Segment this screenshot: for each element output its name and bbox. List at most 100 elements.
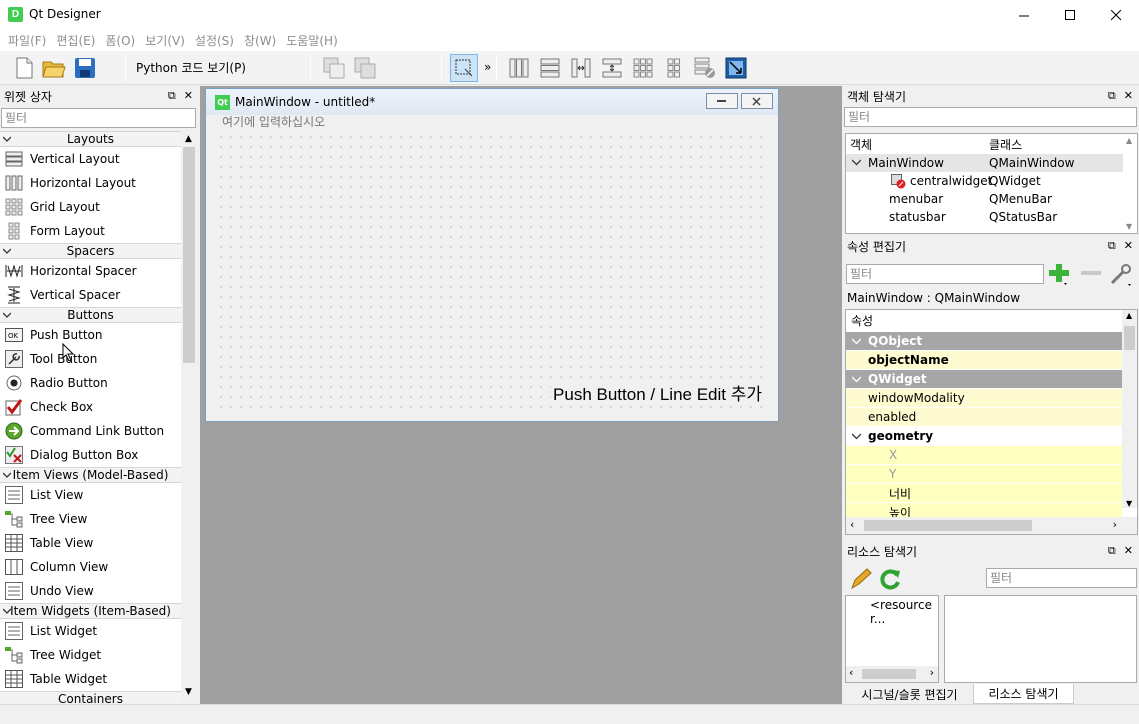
layout-horizontal-icon[interactable] bbox=[507, 56, 531, 80]
edit-resources-icon[interactable] bbox=[849, 567, 873, 591]
widget-item[interactable]: Horizontal Layout bbox=[0, 171, 181, 195]
category-header[interactable]: Layouts bbox=[0, 131, 181, 147]
close-button[interactable] bbox=[1093, 0, 1139, 30]
open-folder-icon[interactable] bbox=[42, 56, 66, 80]
configure-tool-icon[interactable] bbox=[1109, 262, 1133, 286]
widget-item[interactable]: List Widget bbox=[0, 619, 181, 643]
close-dock-icon[interactable]: ✕ bbox=[1124, 239, 1133, 253]
widget-item[interactable]: Tree Widget bbox=[0, 643, 181, 667]
form-canvas[interactable]: Push Button / Line Edit 추가 bbox=[213, 129, 770, 414]
category-label: Spacers bbox=[66, 244, 115, 258]
tab-signal-slot-editor[interactable]: 시그널/슬롯 편집기 bbox=[846, 684, 973, 704]
property-filter[interactable]: 필터 bbox=[846, 264, 1044, 284]
break-layout-icon[interactable] bbox=[693, 56, 717, 80]
widget-item[interactable]: Tool Button bbox=[0, 347, 181, 371]
property-hscrollbar[interactable]: ‹ › bbox=[846, 517, 1137, 534]
menu-item[interactable]: 폼(O) bbox=[100, 32, 140, 49]
menu-item[interactable]: 창(W) bbox=[239, 32, 281, 49]
property-row[interactable]: QObject bbox=[846, 332, 1122, 351]
float-icon[interactable]: ⧉ bbox=[168, 89, 176, 103]
widget-item[interactable]: List View bbox=[0, 483, 181, 507]
form-menu-placeholder[interactable]: 여기에 입력하십시오 bbox=[213, 115, 770, 129]
menu-item[interactable]: 보기(V) bbox=[140, 32, 190, 49]
float-icon[interactable]: ⧉ bbox=[1108, 239, 1116, 253]
layout-splitter-vertical-icon[interactable] bbox=[600, 56, 624, 80]
object-tree-row[interactable]: MainWindow QMainWindow bbox=[846, 154, 1137, 172]
new-file-icon[interactable] bbox=[12, 56, 36, 80]
layout-vertical-icon[interactable] bbox=[538, 56, 562, 80]
scroll-up-icon[interactable]: ▲ bbox=[185, 134, 192, 144]
minimize-button[interactable] bbox=[1001, 0, 1047, 30]
widget-item[interactable]: Tree View bbox=[0, 507, 181, 531]
object-tree-scrollbar[interactable]: ▲ ▼ bbox=[1123, 134, 1137, 233]
add-property-icon[interactable] bbox=[1047, 262, 1071, 286]
menu-item[interactable]: 설정(S) bbox=[190, 32, 239, 49]
property-row[interactable]: enabled bbox=[846, 408, 1122, 427]
category-header[interactable]: Containers bbox=[0, 691, 181, 703]
widget-item[interactable]: Horizontal Spacer bbox=[0, 259, 181, 283]
tab-resource-browser[interactable]: 리소스 탐색기 bbox=[973, 684, 1074, 704]
property-vscrollbar[interactable]: ▲ ▼ bbox=[1122, 310, 1137, 508]
object-inspector-filter[interactable]: 필터 bbox=[844, 107, 1137, 127]
adjust-size-icon[interactable] bbox=[724, 56, 748, 80]
widget-item[interactable]: Undo View bbox=[0, 579, 181, 603]
form-window[interactable]: Qt MainWindow - untitled* 여기에 입력하십시오 Pus… bbox=[205, 88, 779, 422]
menu-item[interactable]: 편집(E) bbox=[51, 32, 100, 49]
edit-widgets-icon[interactable] bbox=[322, 56, 346, 80]
widget-item[interactable]: OK Push Button bbox=[0, 323, 181, 347]
scrollbar-thumb[interactable] bbox=[183, 147, 195, 363]
resource-browser-title: 리소스 탐색기 bbox=[847, 544, 918, 559]
category-header[interactable]: Buttons bbox=[0, 307, 181, 323]
category-header[interactable]: Item Widgets (Item-Based) bbox=[0, 603, 181, 619]
float-icon[interactable]: ⧉ bbox=[1108, 544, 1116, 558]
layout-grid-icon[interactable] bbox=[631, 56, 655, 80]
property-row[interactable]: QWidget bbox=[846, 370, 1122, 389]
widget-item[interactable]: Column View bbox=[0, 555, 181, 579]
property-row[interactable]: objectName bbox=[846, 351, 1122, 370]
layout-form-icon[interactable] bbox=[662, 56, 686, 80]
save-icon[interactable] bbox=[73, 56, 97, 80]
widget-item[interactable]: Table View bbox=[0, 531, 181, 555]
property-row[interactable]: windowModality bbox=[846, 389, 1122, 408]
widget-item[interactable]: Vertical Layout bbox=[0, 147, 181, 171]
widget-item[interactable]: Grid Layout bbox=[0, 195, 181, 219]
maximize-button[interactable] bbox=[1047, 0, 1093, 30]
property-row[interactable]: X bbox=[846, 446, 1122, 465]
layout-splitter-horizontal-icon[interactable] bbox=[569, 56, 593, 80]
property-row[interactable]: Y bbox=[846, 465, 1122, 484]
property-row[interactable]: 너비 bbox=[846, 484, 1122, 503]
close-dock-icon[interactable]: ✕ bbox=[1124, 544, 1133, 558]
widget-item[interactable]: Check Box bbox=[0, 395, 181, 419]
close-dock-icon[interactable]: ✕ bbox=[1124, 89, 1133, 103]
property-row[interactable]: geometry bbox=[846, 427, 1122, 446]
menu-item[interactable]: 도움말(H) bbox=[281, 32, 343, 49]
widget-item[interactable]: Command Link Button bbox=[0, 419, 181, 443]
widget-box-scrollbar[interactable]: ▲ ▼ bbox=[181, 131, 198, 703]
widget-edit-mode-icon[interactable] bbox=[450, 54, 478, 82]
toolbar-overflow-icon[interactable]: » bbox=[484, 60, 491, 74]
widget-item[interactable]: Table Widget bbox=[0, 667, 181, 691]
scroll-down-icon[interactable]: ▼ bbox=[185, 687, 192, 697]
form-minimize-button[interactable] bbox=[706, 93, 738, 109]
widget-box-filter[interactable]: 필터 bbox=[1, 108, 196, 128]
reload-icon[interactable] bbox=[878, 567, 902, 591]
widget-item[interactable]: Radio Button bbox=[0, 371, 181, 395]
float-icon[interactable]: ⧉ bbox=[1108, 89, 1116, 103]
object-tree-row[interactable]: centralwidget QWidget bbox=[846, 172, 1137, 190]
object-tree-row[interactable]: statusbar QStatusBar bbox=[846, 208, 1137, 226]
menu-item[interactable]: 파일(F) bbox=[3, 32, 51, 49]
object-tree-row[interactable]: menubar QMenuBar bbox=[846, 190, 1137, 208]
close-dock-icon[interactable]: ✕ bbox=[184, 89, 193, 103]
category-header[interactable]: Spacers bbox=[0, 243, 181, 259]
widget-item[interactable]: Dialog Button Box bbox=[0, 443, 181, 467]
python-code-view-button[interactable]: Python 코드 보기(P) bbox=[136, 59, 246, 76]
widget-item[interactable]: Form Layout bbox=[0, 219, 181, 243]
resource-root[interactable]: <resource r... bbox=[870, 598, 938, 626]
edit-signals-icon[interactable] bbox=[353, 56, 377, 80]
category-header[interactable]: Item Views (Model-Based) bbox=[0, 467, 181, 483]
remove-property-icon[interactable] bbox=[1079, 262, 1103, 286]
resource-filter[interactable]: 필터 bbox=[986, 568, 1137, 588]
widget-item[interactable]: Vertical Spacer bbox=[0, 283, 181, 307]
form-close-button[interactable] bbox=[741, 93, 773, 109]
resource-tree-hscrollbar[interactable]: ‹ › bbox=[846, 666, 938, 682]
